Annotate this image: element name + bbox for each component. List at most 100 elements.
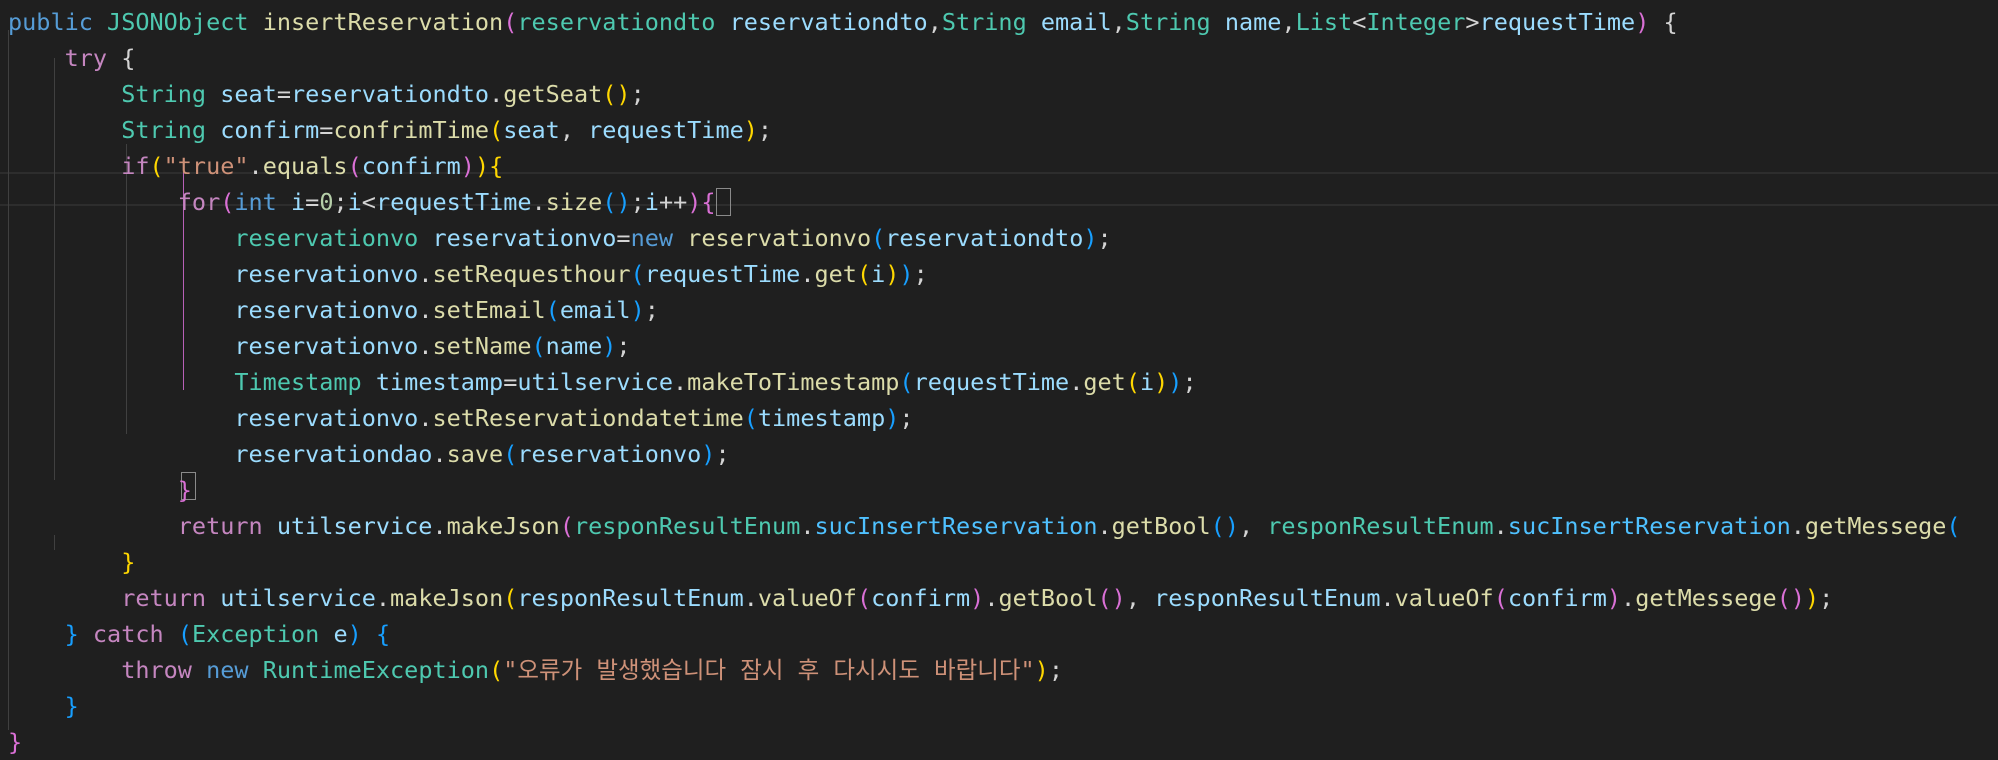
code-token: name [1224,8,1282,36]
code-token: = [276,80,291,108]
code-token: . [432,440,447,468]
code-token: getSeat [503,80,603,108]
code-token: ) [970,584,985,612]
code-token: valueOf [1394,584,1494,612]
code-token: ; [715,440,730,468]
code-token: new [206,656,249,684]
code-line[interactable]: Timestamp timestamp=utilservice.makeToTi… [8,364,1197,400]
code-line[interactable]: if("true".equals(confirm)){ [8,148,503,184]
code-token: getBool [1111,512,1211,540]
code-token: ) [1083,224,1098,252]
code-token: JSONObject [107,8,249,36]
code-token: ) [1606,584,1622,612]
code-token: . [1380,584,1395,612]
code-token: ) [1154,368,1169,396]
code-token: ( [545,296,560,324]
code-token: , [1238,512,1268,540]
code-token: ( [1946,512,1961,540]
code-token: . [1069,368,1084,396]
code-token: ; [1182,368,1197,396]
code-token: setRequesthour [432,260,631,288]
code-token: () [1097,584,1126,612]
code-token: responResultEnum [1154,584,1381,612]
code-token: save [446,440,504,468]
code-token: equals [262,152,348,180]
code-token: RuntimeException [262,656,490,684]
code-line[interactable]: try { [8,40,136,76]
code-line[interactable]: return utilservice.makeJson(responResult… [8,580,1833,616]
code-line[interactable]: public JSONObject insertReservation(rese… [8,4,1678,40]
code-token: ( [503,584,518,612]
code-token: . [432,512,447,540]
code-line[interactable]: } [8,472,192,508]
code-token: utilservice [276,512,433,540]
code-line[interactable]: reservationvo.setName(name); [8,328,630,364]
code-token: throw [121,656,192,684]
code-token: get [1083,368,1126,396]
code-token: ( [220,188,235,216]
code-line[interactable]: } [8,544,135,580]
code-line[interactable]: } [8,688,79,724]
code-token: ( [630,260,645,288]
code-token: ( [559,512,574,540]
code-token: seat [503,116,560,144]
code-token: confirm [361,152,461,180]
code-token: getBool [998,584,1098,612]
code-token: makeToTimestamp [687,368,900,396]
code-token: ; [644,296,659,324]
code-token: timestamp [375,368,504,396]
code-line[interactable]: throw new RuntimeException("오류가 발생했습니다 잠… [8,652,1063,688]
code-token: for [177,188,221,216]
code-token: ; [333,188,348,216]
code-token: ) [885,404,900,432]
code-token: "오류가 발생했습니다 잠시 후 다시시도 바랍니다" [503,656,1035,684]
code-token: . [489,80,504,108]
code-token: } [64,620,79,648]
code-token: 0 [319,188,334,216]
code-editor[interactable]: public JSONObject insertReservation(rese… [0,0,1998,756]
code-token: name [545,332,603,360]
code-line[interactable]: return utilservice.makeJson(responResult… [8,508,1961,544]
code-line[interactable]: for(int i=0;i<requestTime.size();i++){ [8,184,716,220]
code-token: return [121,584,207,612]
code-line[interactable]: } catch (Exception e) { [8,616,391,652]
code-token: Timestamp [234,368,362,396]
code-token: ) [1804,584,1820,612]
code-token: . [531,188,546,216]
code-token: . [418,332,433,360]
code-token: ( [489,656,504,684]
code-token: = [305,188,320,216]
code-token: ) [701,440,716,468]
code-line[interactable]: String confirm=confrimTime(seat, request… [8,112,772,148]
code-line[interactable]: reservationvo.setRequesthour(requestTime… [8,256,927,292]
code-line[interactable]: String seat=reservationdto.getSeat(); [8,76,645,112]
code-line[interactable]: reservationdao.save(reservationvo); [8,436,730,472]
code-line[interactable]: reservationvo reservationvo=new reservat… [8,220,1112,256]
code-token: = [503,368,518,396]
code-token: i [1139,368,1155,396]
code-token: ( [489,116,504,144]
code-token: timestamp [757,404,886,432]
code-token: ) [474,152,490,180]
code-line[interactable]: reservationvo.setReservationdatetime(tim… [8,400,913,436]
code-token: ) [743,116,758,144]
code-token: ; [757,116,773,144]
code-line[interactable]: } [8,724,22,760]
code-token: ++ [658,188,688,216]
code-token: ; [1097,224,1112,252]
code-token: . [1790,512,1805,540]
code-token: email [559,296,631,324]
code-token: reservationvo [234,260,419,288]
code-line[interactable]: reservationvo.setEmail(email); [8,292,659,328]
